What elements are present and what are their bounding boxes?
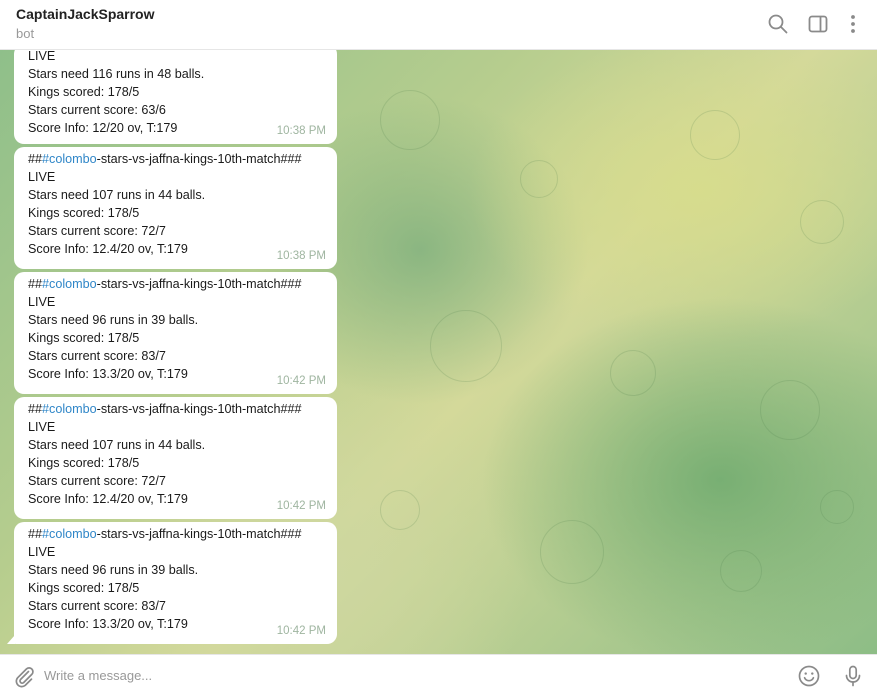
paperclip-icon[interactable] xyxy=(12,664,36,688)
sidebar-toggle-icon[interactable] xyxy=(807,13,829,35)
message-line: Stars need 96 runs in 39 balls. xyxy=(28,313,199,327)
chat-area[interactable]: LIVE Stars need 116 runs in 48 balls. Ki… xyxy=(0,50,877,654)
hashtag-link[interactable]: #colombo xyxy=(42,277,97,291)
message-line: Kings scored: 178/5 xyxy=(28,456,140,470)
message-line: Stars current score: 63/6 xyxy=(28,103,166,117)
message-bubble[interactable]: ###colombo-stars-vs-jaffna-kings-10th-ma… xyxy=(7,522,337,644)
message-line: Kings scored: 178/5 xyxy=(28,331,140,345)
message-line: LIVE xyxy=(28,545,56,559)
chat-title[interactable]: CaptainJackSparrow xyxy=(16,6,155,22)
message-time: 10:42 PM xyxy=(276,500,326,512)
background-doodle xyxy=(820,490,854,524)
background-doodle xyxy=(540,520,604,584)
message-line: Stars current score: 83/7 xyxy=(28,349,166,363)
message-line: Stars need 107 runs in 44 balls. xyxy=(28,438,206,452)
message-bubble[interactable]: LIVE Stars need 116 runs in 48 balls. Ki… xyxy=(14,50,337,144)
chat-header: CaptainJackSparrow bot xyxy=(0,0,877,50)
background-doodle xyxy=(380,90,440,150)
more-vertical-icon[interactable] xyxy=(842,13,864,35)
message-bubble[interactable]: ###colombo-stars-vs-jaffna-kings-10th-ma… xyxy=(14,147,337,269)
message-line: Kings scored: 178/5 xyxy=(28,581,140,595)
message-header-rest: -stars-vs-jaffna-kings-10th-match### xyxy=(96,277,302,291)
message-line: LIVE xyxy=(28,170,56,184)
message-header-line: ###colombo-stars-vs-jaffna-kings-10th-ma… xyxy=(28,150,325,168)
background-doodle xyxy=(720,550,762,592)
message-time: 10:38 PM xyxy=(276,250,326,262)
bubble-tail xyxy=(7,635,15,644)
hashtag-link[interactable]: #colombo xyxy=(42,152,97,166)
message-prefix: ## xyxy=(28,527,43,541)
hashtag-link[interactable]: #colombo xyxy=(42,527,97,541)
background-doodle xyxy=(380,490,420,530)
hashtag-link[interactable]: #colombo xyxy=(42,402,97,416)
background-doodle xyxy=(430,310,502,382)
message-line: Stars need 116 runs in 48 balls. xyxy=(28,67,205,81)
background-doodle xyxy=(690,110,740,160)
microphone-icon[interactable] xyxy=(841,664,865,688)
message-line: Stars current score: 72/7 xyxy=(28,474,166,488)
message-prefix: ## xyxy=(28,402,43,416)
message-header-line: ###colombo-stars-vs-jaffna-kings-10th-ma… xyxy=(28,525,325,543)
background-doodle xyxy=(800,200,844,244)
background-doodle xyxy=(760,380,820,440)
emoji-icon[interactable] xyxy=(797,664,821,688)
message-composer xyxy=(0,654,877,694)
message-bubble[interactable]: ###colombo-stars-vs-jaffna-kings-10th-ma… xyxy=(14,272,337,394)
message-line: LIVE xyxy=(28,420,56,434)
message-header-line: ###colombo-stars-vs-jaffna-kings-10th-ma… xyxy=(28,275,325,293)
message-header-rest: -stars-vs-jaffna-kings-10th-match### xyxy=(96,527,302,541)
message-header-rest: -stars-vs-jaffna-kings-10th-match### xyxy=(96,152,302,166)
message-line: Stars current score: 83/7 xyxy=(28,599,166,613)
message-prefix: ## xyxy=(28,277,43,291)
background-doodle xyxy=(610,350,656,396)
search-icon[interactable] xyxy=(767,13,789,35)
background-doodle xyxy=(520,160,558,198)
message-line: Stars need 96 runs in 39 balls. xyxy=(28,563,199,577)
message-line: LIVE xyxy=(28,50,56,63)
message-prefix: ## xyxy=(28,152,43,166)
message-line: LIVE xyxy=(28,295,56,309)
message-time: 10:38 PM xyxy=(276,125,326,137)
message-time: 10:42 PM xyxy=(276,375,326,387)
chat-subtitle: bot xyxy=(16,26,35,41)
message-line: Kings scored: 178/5 xyxy=(28,85,140,99)
message-line: Stars current score: 72/7 xyxy=(28,224,166,238)
message-input[interactable] xyxy=(44,655,784,694)
message-bubble[interactable]: ###colombo-stars-vs-jaffna-kings-10th-ma… xyxy=(14,397,337,519)
message-header-line: ###colombo-stars-vs-jaffna-kings-10th-ma… xyxy=(28,400,325,418)
message-line: Kings scored: 178/5 xyxy=(28,206,140,220)
message-header-rest: -stars-vs-jaffna-kings-10th-match### xyxy=(96,402,302,416)
message-time: 10:42 PM xyxy=(276,625,326,637)
message-line: Stars need 107 runs in 44 balls. xyxy=(28,188,206,202)
